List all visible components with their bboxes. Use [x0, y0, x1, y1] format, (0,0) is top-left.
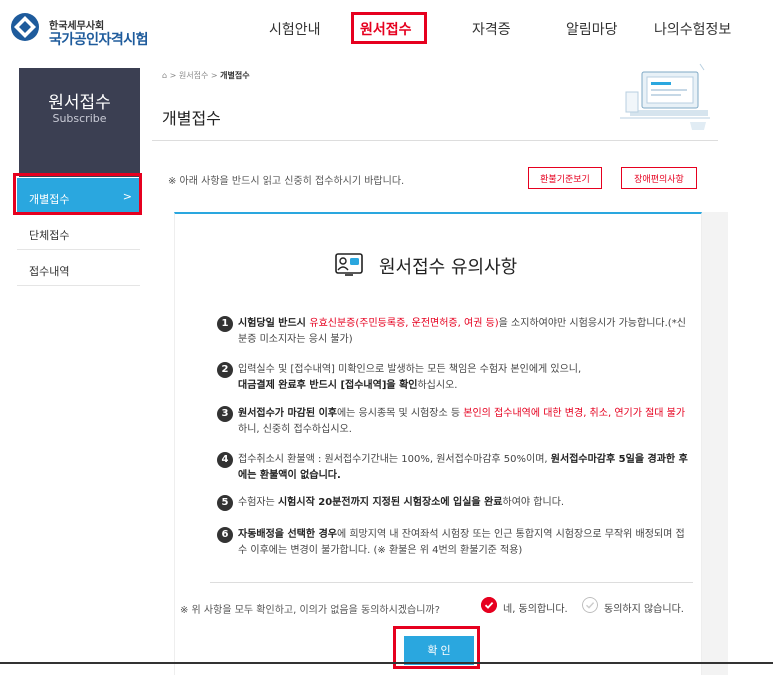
sidebar-subtitle: Subscribe: [52, 112, 107, 125]
notice-board-icon: [335, 253, 363, 276]
footer-divider: [0, 662, 773, 664]
disability-accommodation-button[interactable]: 장애편의사항: [621, 167, 697, 189]
panel-divider: [210, 582, 693, 583]
home-icon[interactable]: ⌂: [162, 71, 167, 80]
agree-yes-option[interactable]: 네, 동의합니다.: [481, 597, 591, 615]
agree-no-label: 동의하지 않습니다.: [604, 604, 684, 615]
computer-illustration-icon: [620, 63, 710, 130]
item-number-badge: 5: [217, 495, 233, 511]
agree-no-option[interactable]: 동의하지 않습니다.: [582, 597, 702, 615]
sidebar-title: 원서접수: [48, 93, 111, 113]
check-circle-filled-icon[interactable]: [481, 597, 497, 613]
sidebar-highlight-box: [13, 173, 142, 215]
item-number-badge: 2: [217, 362, 233, 378]
breadcrumb-level1[interactable]: 원서접수: [179, 71, 208, 80]
item-number-badge: 4: [217, 452, 233, 468]
sidebar-item-label: 단체접수: [29, 229, 70, 242]
item-number-badge: 3: [217, 406, 233, 422]
nav-notice[interactable]: 알림마당: [566, 19, 618, 39]
logo-emblem-icon: [11, 13, 39, 41]
logo-title: 국가공인자격시험: [49, 32, 149, 48]
page-title: 개별접수: [162, 109, 221, 128]
sidebar-header: 원서접수 Subscribe: [19, 68, 140, 171]
agree-yes-label: 네, 동의합니다.: [503, 604, 568, 615]
panel-heading-text: 원서접수 유의사항: [379, 257, 518, 278]
nav-exam-info[interactable]: 시험안내: [269, 19, 321, 39]
item-number-badge: 1: [217, 316, 233, 332]
notice-text: ※ 아래 사항을 반드시 읽고 신중히 접수하시기 바랍니다.: [168, 176, 405, 187]
title-divider: [152, 140, 718, 141]
site-logo[interactable]: 한국세무사회 국가공인자격시험: [10, 10, 170, 50]
item-number-badge: 6: [217, 527, 233, 543]
check-circle-empty-icon[interactable]: [582, 597, 598, 613]
sidebar-item-group[interactable]: 단체접수: [17, 214, 140, 250]
refund-standard-button[interactable]: 환불기준보기: [528, 167, 602, 189]
nav-highlight-box: [351, 12, 427, 44]
nav-my-exam-info[interactable]: 나의수험정보: [654, 19, 731, 39]
panel-heading: 원서접수 유의사항: [335, 249, 575, 279]
nav-certificate[interactable]: 자격증: [472, 19, 511, 39]
sidebar-item-history[interactable]: 접수내역: [17, 250, 140, 286]
panel-shadow: [700, 212, 728, 675]
sidebar-item-label: 접수내역: [29, 265, 70, 278]
breadcrumb-current: 개별접수: [220, 71, 250, 80]
agree-question: ※ 위 사항을 모두 확인하고, 이의가 없음을 동의하시겠습니까?: [180, 605, 440, 616]
breadcrumb: ⌂ > 원서접수 > 개별접수: [162, 71, 250, 80]
